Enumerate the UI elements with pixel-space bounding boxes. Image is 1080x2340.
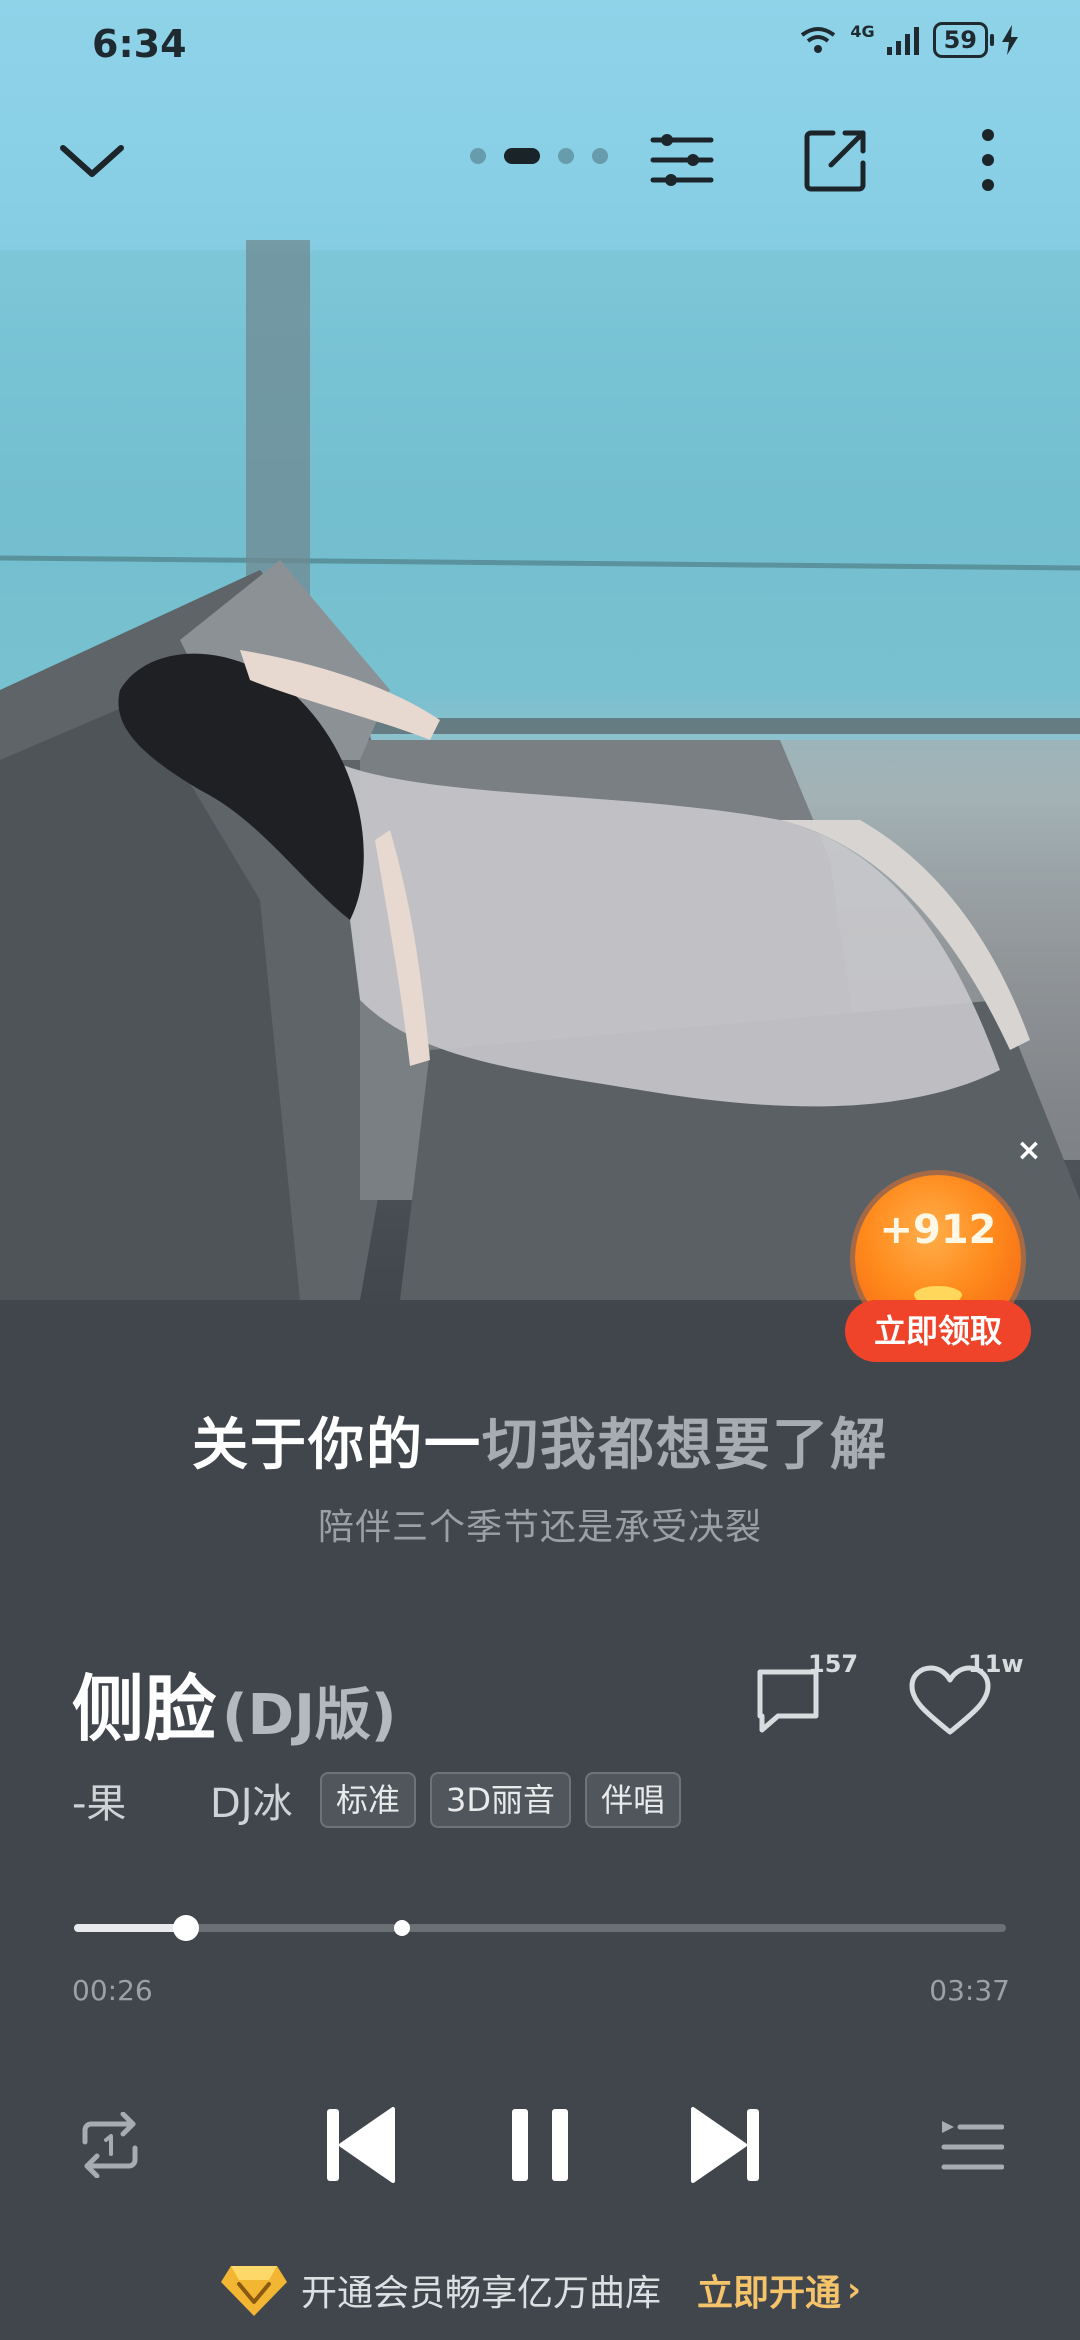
close-icon: ×	[1016, 1133, 1042, 1168]
lyric-unsung-part: 切我都想要了解	[482, 1413, 888, 1478]
equalizer-icon	[650, 134, 714, 186]
pause-icon	[512, 2109, 568, 2181]
share-button[interactable]	[786, 110, 886, 210]
charging-icon	[1002, 25, 1018, 55]
status-time: 6:34	[92, 22, 187, 66]
song-title: 侧脸 (DJ版)	[72, 1650, 397, 1755]
battery-indicator: 59	[932, 22, 995, 58]
share-icon	[804, 130, 866, 192]
chevron-down-icon	[60, 145, 124, 177]
close-coin-widget-button[interactable]: ×	[1008, 1130, 1050, 1172]
diamond-icon	[220, 2266, 287, 2316]
elapsed-time: 00:26	[72, 1974, 153, 2007]
climax-marker[interactable]	[394, 1920, 411, 1936]
collapse-button[interactable]	[42, 110, 142, 210]
more-vertical-icon	[982, 129, 994, 191]
page-dot[interactable]	[470, 148, 486, 164]
status-icons: 4G 59	[798, 22, 1020, 58]
page-dot-active[interactable]	[504, 148, 540, 164]
vip-promo-text: 开通会员畅享亿万曲库	[300, 2273, 661, 2314]
signal-icon	[886, 27, 919, 55]
status-bar: 6:34 4G 59	[0, 0, 1080, 90]
like-count: 11w	[968, 1650, 1024, 1678]
playlist-button[interactable]	[924, 2090, 1020, 2200]
page-dot[interactable]	[592, 148, 608, 164]
network-type: 4G	[850, 22, 875, 41]
lyric-sung-part: 关于你的一	[192, 1413, 482, 1478]
progress-fill	[74, 1924, 186, 1932]
repeat-one-icon	[82, 2112, 138, 2178]
comments-button[interactable]: 157	[750, 1650, 858, 1750]
vip-promo-banner[interactable]: 开通会员畅享亿万曲库 立即开通 ›	[0, 2258, 1080, 2322]
song-meta-row: -果 DJ冰 标准 3D丽音 伴唱	[72, 1771, 682, 1829]
song-name: 侧脸	[72, 1667, 217, 1751]
more-button[interactable]	[938, 110, 1038, 210]
quality-tag-3d-audio[interactable]: 3D丽音	[430, 1772, 572, 1828]
claim-reward-button[interactable]: 立即领取	[845, 1300, 1031, 1362]
song-version: (DJ版)	[222, 1683, 397, 1748]
accompaniment-tag[interactable]: 伴唱	[585, 1772, 682, 1828]
pause-button[interactable]	[490, 2090, 590, 2200]
next-track-button[interactable]	[676, 2090, 776, 2200]
page-indicator[interactable]	[470, 148, 608, 164]
progress-thumb[interactable]	[172, 1915, 199, 1941]
artist-name[interactable]: -果	[72, 1771, 182, 1829]
next-lyric-line[interactable]: 陪伴三个季节还是承受决裂	[0, 1498, 1080, 1550]
repeat-mode-button[interactable]	[62, 2090, 158, 2200]
quality-tag-standard[interactable]: 标准	[320, 1772, 417, 1828]
skip-next-icon	[691, 2107, 759, 2183]
total-time: 03:37	[929, 1974, 1010, 2007]
chevron-right-icon: ›	[847, 2270, 862, 2310]
like-button[interactable]: 11w	[908, 1650, 1024, 1750]
playlist-icon	[941, 2121, 1004, 2170]
coin-value: +912	[879, 1207, 997, 1253]
comment-count: 157	[808, 1650, 859, 1678]
vip-subscribe-link[interactable]: 立即开通	[697, 2264, 841, 2316]
wifi-icon	[801, 27, 836, 53]
player-top-bar	[0, 110, 1080, 210]
skip-previous-icon	[327, 2107, 395, 2183]
current-lyric-line[interactable]: 关于你的一切我都想要了解	[0, 1400, 1080, 1481]
page-dot[interactable]	[558, 148, 574, 164]
sound-effects-button[interactable]	[632, 110, 732, 210]
playback-progress-bar[interactable]	[74, 1915, 1006, 1941]
artist-name[interactable]: DJ冰	[210, 1771, 306, 1829]
previous-track-button[interactable]	[310, 2090, 410, 2200]
